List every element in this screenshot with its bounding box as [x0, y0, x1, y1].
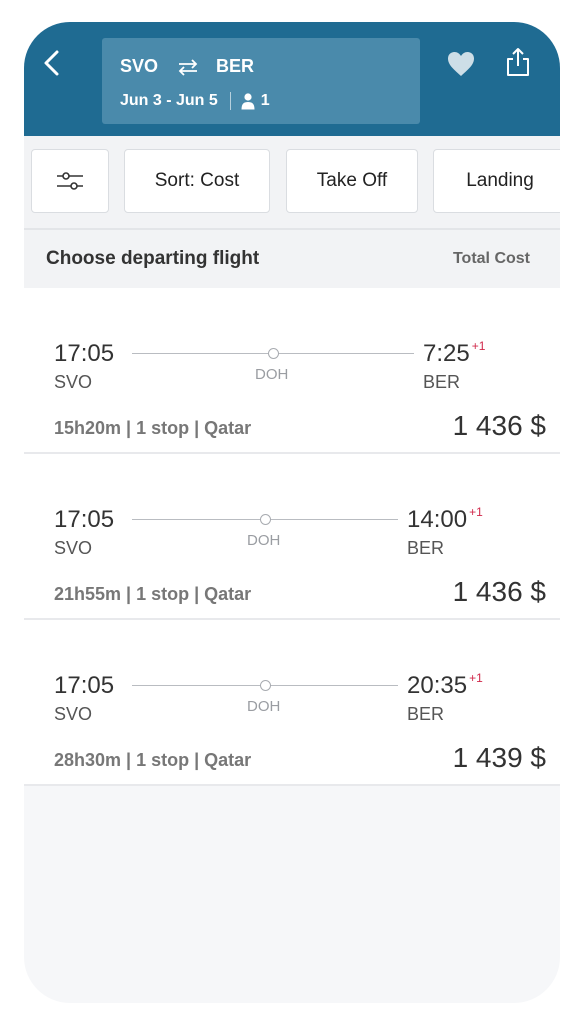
- heart-icon: [448, 52, 474, 76]
- list-header: Choose departing flight Total Cost: [24, 230, 560, 288]
- stop-dot: [260, 514, 271, 525]
- route-line: SVO BER: [120, 56, 254, 77]
- flight-price: 1 439 $: [452, 742, 546, 773]
- person-icon: [241, 92, 255, 110]
- arrival-time-value: 14:00: [407, 506, 468, 533]
- sort-cost-button[interactable]: Sort: Cost: [124, 149, 270, 213]
- arrival-time: 14:00 +1: [407, 505, 483, 534]
- day-offset: +1: [469, 671, 483, 685]
- departure-time: 17:05: [54, 506, 115, 533]
- date-line: Jun 3 - Jun 5 1: [120, 92, 270, 110]
- chevron-left-icon: [44, 50, 59, 76]
- stop-airport: DOH: [255, 366, 289, 383]
- day-offset: +1: [469, 505, 483, 519]
- arrival-airport: BER: [407, 538, 445, 558]
- day-offset: +1: [471, 339, 486, 353]
- arrival-time: 7:25 +1: [423, 339, 486, 368]
- sort-takeoff-button[interactable]: Take Off: [286, 149, 418, 213]
- sliders-icon: [57, 172, 83, 190]
- arrival-airport: BER: [407, 704, 445, 724]
- flight-price: 1 436 $: [452, 576, 546, 607]
- destination-code: BER: [216, 56, 255, 76]
- travel-dates: Jun 3 - Jun 5: [120, 92, 218, 109]
- departure-airport: SVO: [54, 538, 93, 558]
- flight-price: 1 436 $: [452, 410, 546, 441]
- passenger-count: 1: [260, 92, 270, 109]
- flight-card[interactable]: 17:05 SVO DOH 7:25 +1 BER 15h20m | 1 stop…: [24, 288, 560, 454]
- departure-airport: SVO: [54, 704, 93, 724]
- back-button[interactable]: [38, 46, 68, 80]
- sort-landing-button[interactable]: Landing: [433, 149, 560, 213]
- departure-time: 17:05: [54, 340, 115, 367]
- flight-summary: 21h55m | 1 stop | Qatar: [54, 584, 252, 604]
- favorite-button[interactable]: [446, 50, 476, 78]
- arrival-time: 20:35 +1: [407, 671, 483, 700]
- flight-card[interactable]: 17:05 SVO DOH 20:35 +1 BER 28h30m | 1 sto…: [24, 620, 560, 786]
- flight-summary: 15h20m | 1 stop | Qatar: [54, 418, 252, 438]
- stop-airport: DOH: [247, 698, 281, 715]
- route-summary-button[interactable]: SVO BER Jun 3 - Jun 5 1: [102, 38, 420, 124]
- filter-button[interactable]: [31, 149, 109, 213]
- stop-dot: [260, 680, 271, 691]
- total-cost-label: Total Cost: [452, 250, 530, 267]
- arrival-time-value: 7:25: [423, 340, 470, 367]
- header-bar: SVO BER Jun 3 - Jun 5 1: [24, 22, 560, 136]
- list-title: Choose departing flight: [46, 248, 260, 269]
- departure-airport: SVO: [54, 372, 93, 392]
- flight-summary: 28h30m | 1 stop | Qatar: [54, 750, 252, 770]
- stop-airport: DOH: [247, 532, 281, 549]
- swap-arrows-icon: [176, 58, 200, 76]
- stop-dot: [268, 348, 279, 359]
- app-screen: SVO BER Jun 3 - Jun 5 1 Sort: Cost Take …: [24, 22, 560, 1003]
- flight-card[interactable]: 17:05 SVO DOH 14:00 +1 BER 21h55m | 1 sto…: [24, 454, 560, 620]
- divider: [229, 92, 231, 110]
- arrival-time-value: 20:35: [407, 672, 468, 699]
- departure-time: 17:05: [54, 672, 115, 699]
- flight-list: 17:05 SVO DOH 7:25 +1 BER 15h20m | 1 stop…: [24, 288, 560, 786]
- share-icon: [507, 48, 529, 76]
- origin-code: SVO: [120, 56, 159, 76]
- arrival-airport: BER: [423, 372, 461, 392]
- share-button[interactable]: [504, 46, 532, 78]
- filter-bar: Sort: Cost Take Off Landing: [24, 136, 560, 228]
